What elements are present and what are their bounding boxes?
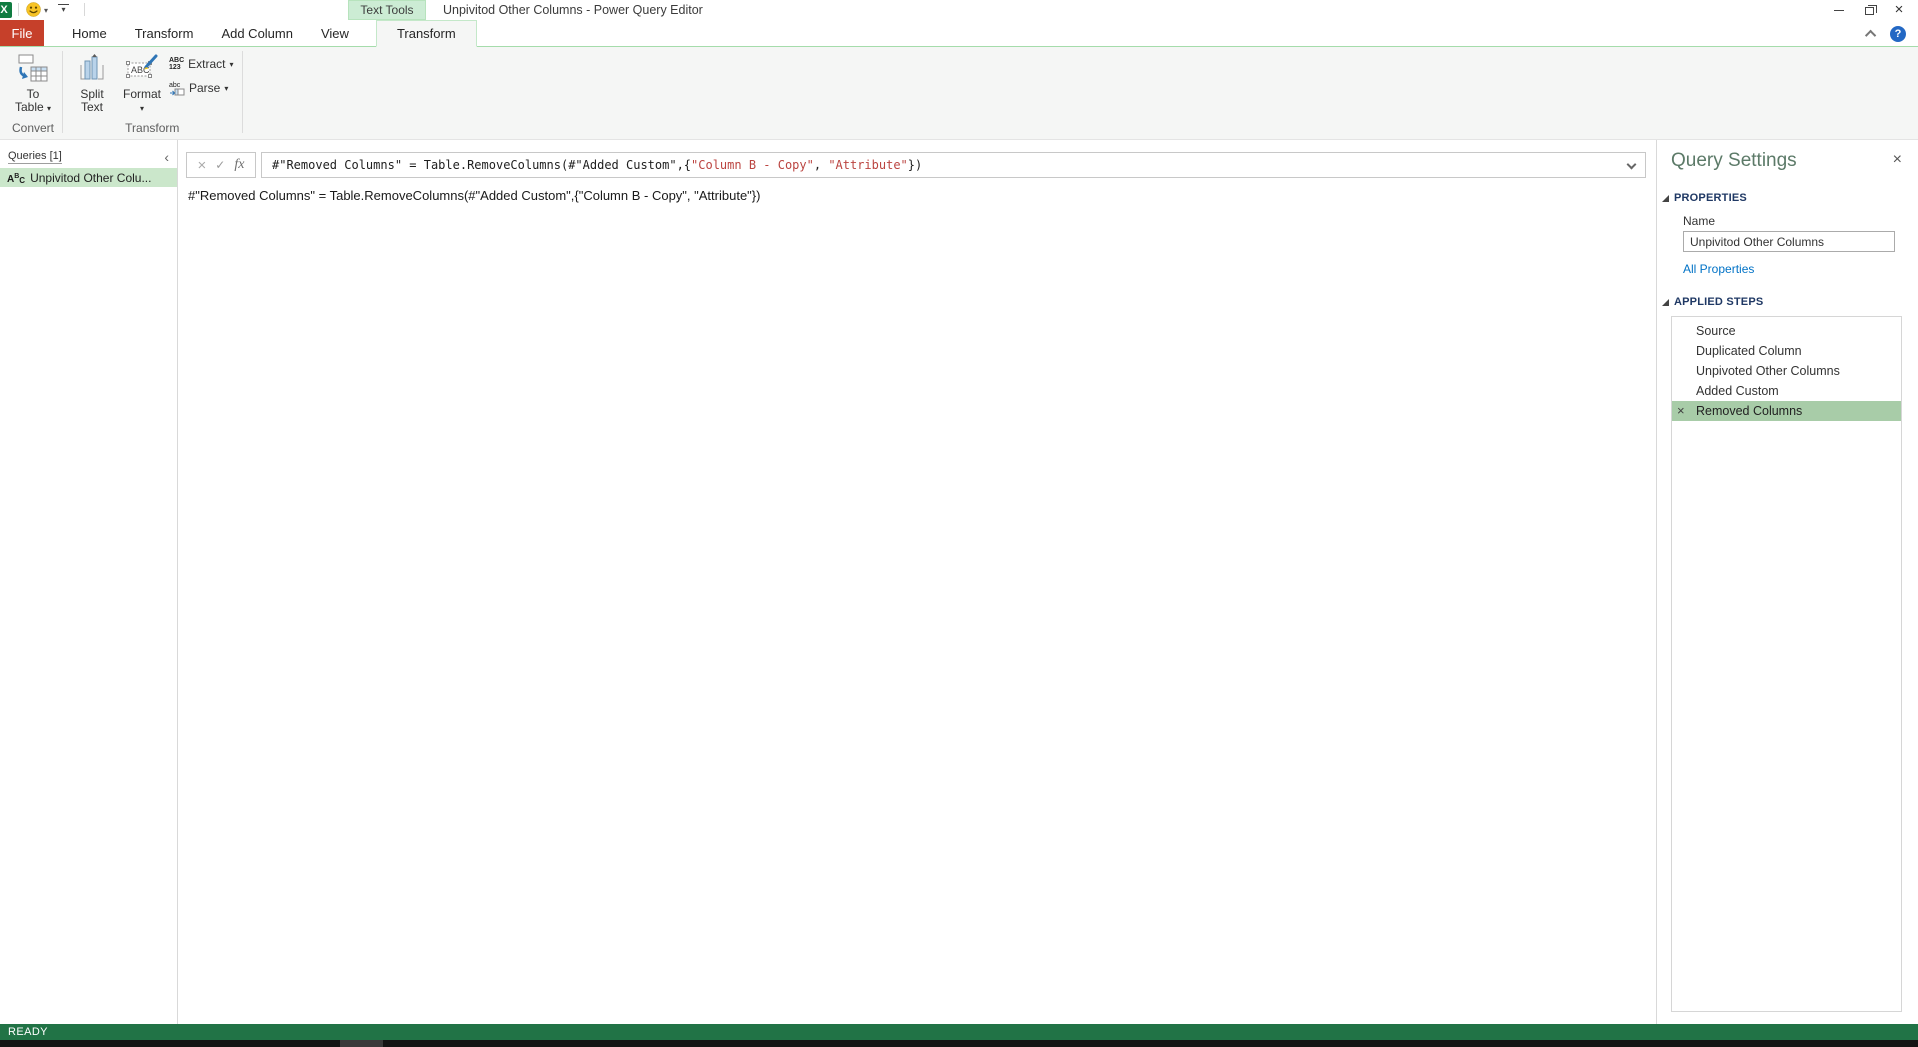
parse-icon: abc bbox=[169, 82, 185, 96]
extract-button[interactable]: ABC 123 Extract ▾ bbox=[169, 54, 234, 74]
dropdown-caret-icon: ▾ bbox=[224, 83, 229, 93]
tab-view[interactable]: View bbox=[307, 20, 363, 46]
document-pane: × ✓ fx #"Removed Columns" = Table.Remove… bbox=[178, 140, 1656, 1024]
formula-string-literal: "Attribute" bbox=[828, 158, 908, 172]
titlebar: X ▾ ▾ Text Tools Unpivitod Other Columns… bbox=[0, 0, 1918, 20]
queries-pane: Queries [1] ‹ ABC Unpivitod Other Colu..… bbox=[0, 140, 178, 1024]
format-icon: ABC bbox=[126, 54, 158, 78]
delete-step-icon[interactable]: × bbox=[1677, 401, 1685, 421]
ribbon-tab-row: File Home Transform Add Column View Tran… bbox=[0, 20, 1918, 47]
dropdown-caret-icon: ▾ bbox=[139, 104, 144, 113]
power-query-editor-window: X ▾ ▾ Text Tools Unpivitod Other Columns… bbox=[0, 0, 1918, 1047]
step-item-removed-columns[interactable]: × Removed Columns bbox=[1672, 401, 1901, 421]
formula-string-literal: "Column B - Copy" bbox=[691, 158, 814, 172]
text-tools-contextual-group[interactable]: Text Tools bbox=[348, 0, 426, 20]
feedback-smiley-icon[interactable] bbox=[26, 2, 41, 17]
properties-section-header: PROPERTIES bbox=[1674, 192, 1747, 204]
parse-button[interactable]: abc Parse ▾ bbox=[169, 78, 234, 98]
restore-icon bbox=[1864, 5, 1877, 15]
minimize-button[interactable] bbox=[1824, 0, 1854, 20]
query-item-label: Unpivitod Other Colu... bbox=[30, 170, 152, 185]
ribbon-group-separator bbox=[241, 51, 243, 133]
formula-cancel-icon[interactable]: × bbox=[198, 157, 207, 174]
close-icon: × bbox=[1894, 1, 1904, 18]
split-text-icon bbox=[80, 54, 104, 80]
ribbon-group-convert: To Table ▾ Convert bbox=[4, 47, 62, 139]
formula-code: #"Removed Columns" = Table.RemoveColumns… bbox=[272, 158, 692, 172]
format-button[interactable]: ABC Format ▾ bbox=[117, 49, 167, 115]
collapse-pane-icon[interactable]: ‹ bbox=[164, 150, 169, 164]
name-label: Name bbox=[1683, 214, 1716, 228]
titlebar-separator bbox=[84, 3, 85, 16]
tab-home[interactable]: Home bbox=[58, 20, 121, 46]
svg-text:abc: abc bbox=[169, 82, 181, 89]
formula-bar-buttons: × ✓ fx bbox=[186, 152, 256, 178]
tab-transform[interactable]: Transform bbox=[121, 20, 208, 46]
formula-expand-chevron-down-icon[interactable] bbox=[1626, 159, 1637, 170]
formula-input[interactable]: #"Removed Columns" = Table.RemoveColumns… bbox=[261, 152, 1646, 178]
collapse-ribbon-icon[interactable] bbox=[1864, 29, 1877, 41]
formula-accept-icon[interactable]: ✓ bbox=[215, 158, 225, 172]
restore-button[interactable] bbox=[1854, 0, 1884, 20]
step-item-added-custom[interactable]: Added Custom bbox=[1672, 381, 1901, 401]
queries-header: Queries [1] bbox=[8, 150, 62, 164]
titlebar-separator bbox=[18, 3, 19, 16]
ribbon-group-transform: Split Text ABC Format ▾ ABC 123 Extract … bbox=[63, 47, 242, 139]
tab-contextual-transform[interactable]: Transform bbox=[375, 20, 477, 47]
all-properties-link[interactable]: All Properties bbox=[1683, 262, 1902, 276]
step-item-source[interactable]: Source bbox=[1672, 321, 1901, 341]
taskbar-clock bbox=[1844, 1041, 1890, 1047]
smiley-dropdown-caret-icon[interactable]: ▾ bbox=[44, 6, 48, 15]
ribbon: To Table ▾ Convert Split Text ABC Format… bbox=[0, 47, 1918, 140]
to-table-icon bbox=[18, 54, 48, 82]
taskbar-app-button[interactable] bbox=[340, 1040, 383, 1047]
split-text-button[interactable]: Split Text bbox=[67, 49, 117, 114]
status-text: READY bbox=[8, 1026, 48, 1038]
dropdown-caret-icon: ▾ bbox=[47, 104, 52, 113]
applied-steps-list: Source Duplicated Column Unpivoted Other… bbox=[1671, 316, 1902, 1012]
collapse-triangle-icon[interactable] bbox=[1662, 298, 1669, 306]
qat-customize-icon[interactable]: ▾ bbox=[58, 4, 69, 14]
status-bar: READY bbox=[0, 1024, 1918, 1040]
collapse-triangle-icon[interactable] bbox=[1662, 194, 1669, 202]
step-item-duplicated-column[interactable]: Duplicated Column bbox=[1672, 341, 1901, 361]
document-code-line: #"Removed Columns" = Table.RemoveColumns… bbox=[188, 188, 761, 203]
minimize-icon bbox=[1834, 9, 1844, 11]
query-list-item[interactable]: ABC Unpivitod Other Colu... bbox=[0, 168, 177, 187]
query-settings-title: Query Settings bbox=[1671, 150, 1797, 171]
query-settings-pane: Query Settings × PROPERTIES Name All Pro… bbox=[1656, 140, 1918, 1024]
excel-logo-icon: X bbox=[0, 2, 12, 18]
taskbar bbox=[0, 1040, 1918, 1047]
text-type-icon: ABC bbox=[7, 172, 26, 185]
step-item-unpivoted-other-columns[interactable]: Unpivoted Other Columns bbox=[1672, 361, 1901, 381]
group-label-convert: Convert bbox=[11, 121, 55, 135]
close-pane-icon[interactable]: × bbox=[1893, 152, 1902, 168]
help-icon[interactable]: ? bbox=[1890, 25, 1906, 42]
to-table-button[interactable]: To Table ▾ bbox=[8, 49, 58, 115]
tab-add-column[interactable]: Add Column bbox=[207, 20, 307, 46]
close-button[interactable]: × bbox=[1884, 0, 1914, 20]
fx-icon[interactable]: fx bbox=[234, 157, 244, 173]
dropdown-caret-icon: ▾ bbox=[229, 59, 234, 69]
name-input[interactable] bbox=[1683, 231, 1895, 252]
group-label-transform: Transform bbox=[125, 121, 180, 135]
applied-steps-header: APPLIED STEPS bbox=[1674, 296, 1764, 308]
window-title: Unpivitod Other Columns - Power Query Ed… bbox=[443, 3, 703, 17]
extract-icon: ABC 123 bbox=[169, 57, 185, 71]
tab-file[interactable]: File bbox=[0, 20, 44, 46]
